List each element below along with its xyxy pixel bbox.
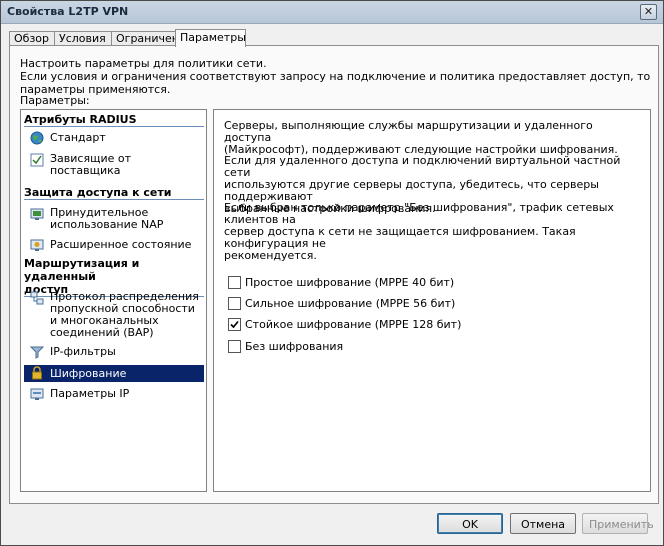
sidebar-item-label-line: соединений (BAP) [50, 326, 154, 339]
strong-encryption-checkbox[interactable] [228, 297, 241, 310]
sidebar-item-ip-settings[interactable]: Параметры IP [24, 386, 204, 402]
no-encryption-label: Без шифрования [245, 340, 344, 353]
intro-text: Настроить параметры для политики сети. Е… [20, 57, 658, 96]
sidebar-item-encryption[interactable]: Шифрование [24, 365, 204, 382]
checklist-icon [30, 153, 44, 167]
sidebar-item-label: Стандарт [50, 131, 106, 144]
sidebar-item-label: Параметры IP [50, 387, 130, 400]
sidebar-item-label-line: поставщика [50, 164, 121, 177]
basic-encryption-label: Простое шифрование (MPPE 40 бит) [245, 276, 455, 289]
ok-button[interactable]: OK [437, 513, 503, 534]
tab-overview[interactable]: Обзор [9, 31, 55, 46]
sidebar-item-label: IP-фильтры [50, 345, 116, 358]
nap-icon [30, 208, 44, 220]
close-button[interactable]: ✕ [640, 4, 657, 20]
sidebar-item-ip-filters[interactable]: IP-фильтры [24, 344, 204, 360]
sidebar-item-label: Протокол распределения пропускной способ… [50, 291, 199, 339]
group-network-access-protection: Защита доступа к сети [24, 186, 204, 200]
group-header-line: Маршрутизация и удаленный [24, 257, 140, 283]
strongest-encryption-checkbox[interactable] [228, 318, 241, 331]
description-paragraph-1: Серверы, выполняющие службы маршрутизаци… [224, 120, 629, 156]
sidebar-item-label: Зависящие от поставщика [50, 153, 131, 177]
description-paragraph-3: Если выбран только параметр "Без шифрова… [224, 202, 629, 262]
settings-panel: Настроить параметры для политики сети. Е… [9, 45, 659, 504]
description-line: Если для удаленного доступа и подключени… [224, 154, 621, 179]
params-label: Параметры: [20, 94, 90, 107]
intro-line-1: Настроить параметры для политики сети. [20, 57, 267, 70]
sidebar-item-label: Шифрование [50, 367, 127, 380]
sidebar-item-label: Принудительное использование NAP [50, 207, 163, 231]
strong-encryption-label: Сильное шифрование (MPPE 56 бит) [245, 297, 456, 310]
checkmark-icon [230, 320, 239, 329]
sidebar-item-standard[interactable]: Стандарт [24, 130, 204, 146]
sidebar-item-vendor-specific[interactable]: Зависящие от поставщика [24, 151, 204, 179]
globe-icon [30, 131, 44, 145]
ip-settings-icon [30, 388, 44, 400]
description-line: Серверы, выполняющие службы маршрутизаци… [224, 119, 593, 144]
sidebar-item-nap-enforcement[interactable]: Принудительное использование NAP [24, 205, 204, 233]
tab-settings[interactable]: Параметры [175, 29, 246, 47]
basic-encryption-checkbox[interactable] [228, 276, 241, 289]
sidebar-item-extended-state[interactable]: Расширенное состояние [24, 237, 204, 253]
properties-dialog: Свойства L2TP VPN ✕ Обзор Условия Ограни… [0, 0, 664, 546]
tab-conditions[interactable]: Условия [54, 31, 112, 46]
title-bar[interactable]: Свойства L2TP VPN ✕ [1, 1, 663, 24]
intro-line-2: Если условия и ограничения соответствуют… [20, 70, 651, 96]
description-line: Если выбран только параметр "Без шифрова… [224, 201, 614, 226]
no-encryption-checkbox[interactable] [228, 340, 241, 353]
description-line: используются другие серверы доступа, убе… [224, 178, 599, 203]
apply-button[interactable]: Применить [582, 513, 654, 534]
filter-icon [30, 346, 44, 359]
window-title: Свойства L2TP VPN [7, 5, 129, 18]
description-line: сервер доступа к сети не защищается шифр… [224, 225, 576, 250]
settings-tree[interactable]: Атрибуты RADIUS Стандарт Зависящие от по… [20, 109, 207, 492]
description-line: рекомендуется. [224, 249, 317, 262]
cancel-button[interactable]: Отмена [510, 513, 576, 534]
strongest-encryption-label: Стойкое шифрование (MPPE 128 бит) [245, 318, 462, 331]
encryption-settings-pane: Серверы, выполняющие службы маршрутизаци… [213, 109, 651, 492]
sidebar-item-label: Расширенное состояние [50, 238, 192, 251]
lock-icon [32, 366, 42, 380]
sidebar-item-bap[interactable]: Протокол распределения пропускной способ… [24, 289, 204, 339]
sidebar-item-label-line: использование NAP [50, 218, 164, 231]
network-icon [30, 291, 44, 305]
group-radius-attributes: Атрибуты RADIUS [24, 113, 204, 127]
status-icon [30, 239, 44, 251]
